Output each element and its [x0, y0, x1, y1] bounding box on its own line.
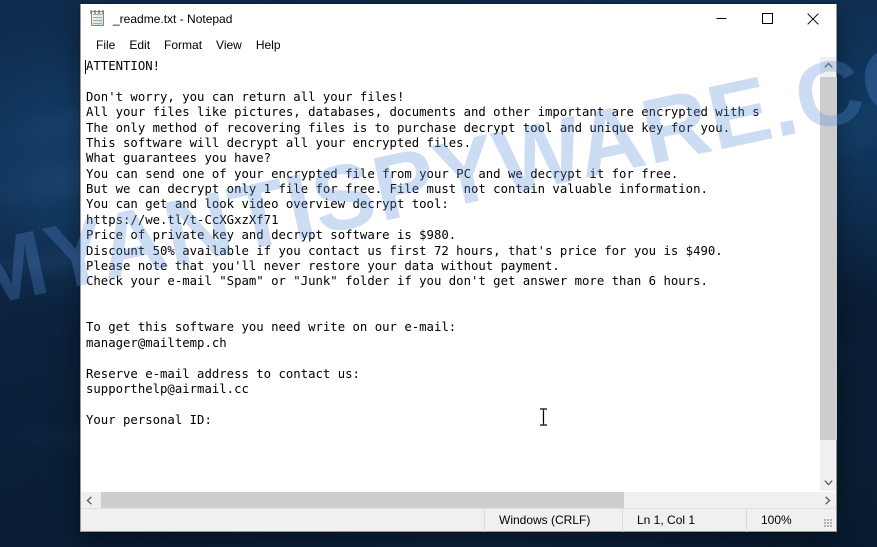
text-editor[interactable]: ATTENTION! Don't worry, you can return a… — [81, 57, 819, 491]
resize-grip[interactable] — [824, 519, 833, 528]
minimize-button[interactable] — [698, 4, 744, 34]
vertical-scrollbar[interactable] — [819, 57, 837, 491]
status-encoding: Windows (CRLF) — [484, 508, 622, 532]
menu-item-view[interactable]: View — [209, 36, 249, 54]
status-line-column: Ln 1, Col 1 — [622, 508, 746, 532]
scroll-down-button[interactable] — [820, 474, 836, 491]
menu-item-help[interactable]: Help — [249, 36, 288, 54]
close-button[interactable] — [790, 4, 836, 34]
scroll-left-button[interactable] — [81, 492, 98, 508]
menu-bar: File Edit Format View Help — [81, 34, 836, 56]
document-text: ATTENTION! Don't worry, you can return a… — [86, 59, 760, 427]
horizontal-scroll-thumb[interactable] — [101, 492, 624, 509]
window-title: _readme.txt - Notepad — [113, 11, 233, 26]
menu-item-format[interactable]: Format — [157, 36, 209, 54]
vertical-scroll-track[interactable] — [820, 74, 837, 474]
horizontal-scroll-track[interactable] — [98, 492, 819, 509]
horizontal-scrollbar[interactable] — [81, 491, 836, 509]
title-bar[interactable]: _readme.txt - Notepad — [81, 4, 836, 34]
desktop: _readme.txt - Notepad File Edit Format V… — [0, 0, 877, 547]
editor-area: ATTENTION! Don't worry, you can return a… — [81, 56, 837, 491]
scroll-up-button[interactable] — [820, 57, 836, 74]
scroll-right-button[interactable] — [819, 492, 836, 508]
notepad-icon — [90, 9, 106, 27]
menu-item-file[interactable]: File — [89, 36, 122, 54]
text-caret — [85, 60, 86, 74]
menu-item-edit[interactable]: Edit — [122, 36, 157, 54]
notepad-window: _readme.txt - Notepad File Edit Format V… — [80, 4, 837, 532]
status-zoom-level: 100% — [746, 508, 836, 532]
maximize-button[interactable] — [744, 4, 790, 34]
status-bar: Windows (CRLF) Ln 1, Col 1 100% — [81, 508, 836, 532]
vertical-scroll-thumb[interactable] — [820, 77, 837, 440]
window-controls — [698, 4, 836, 34]
